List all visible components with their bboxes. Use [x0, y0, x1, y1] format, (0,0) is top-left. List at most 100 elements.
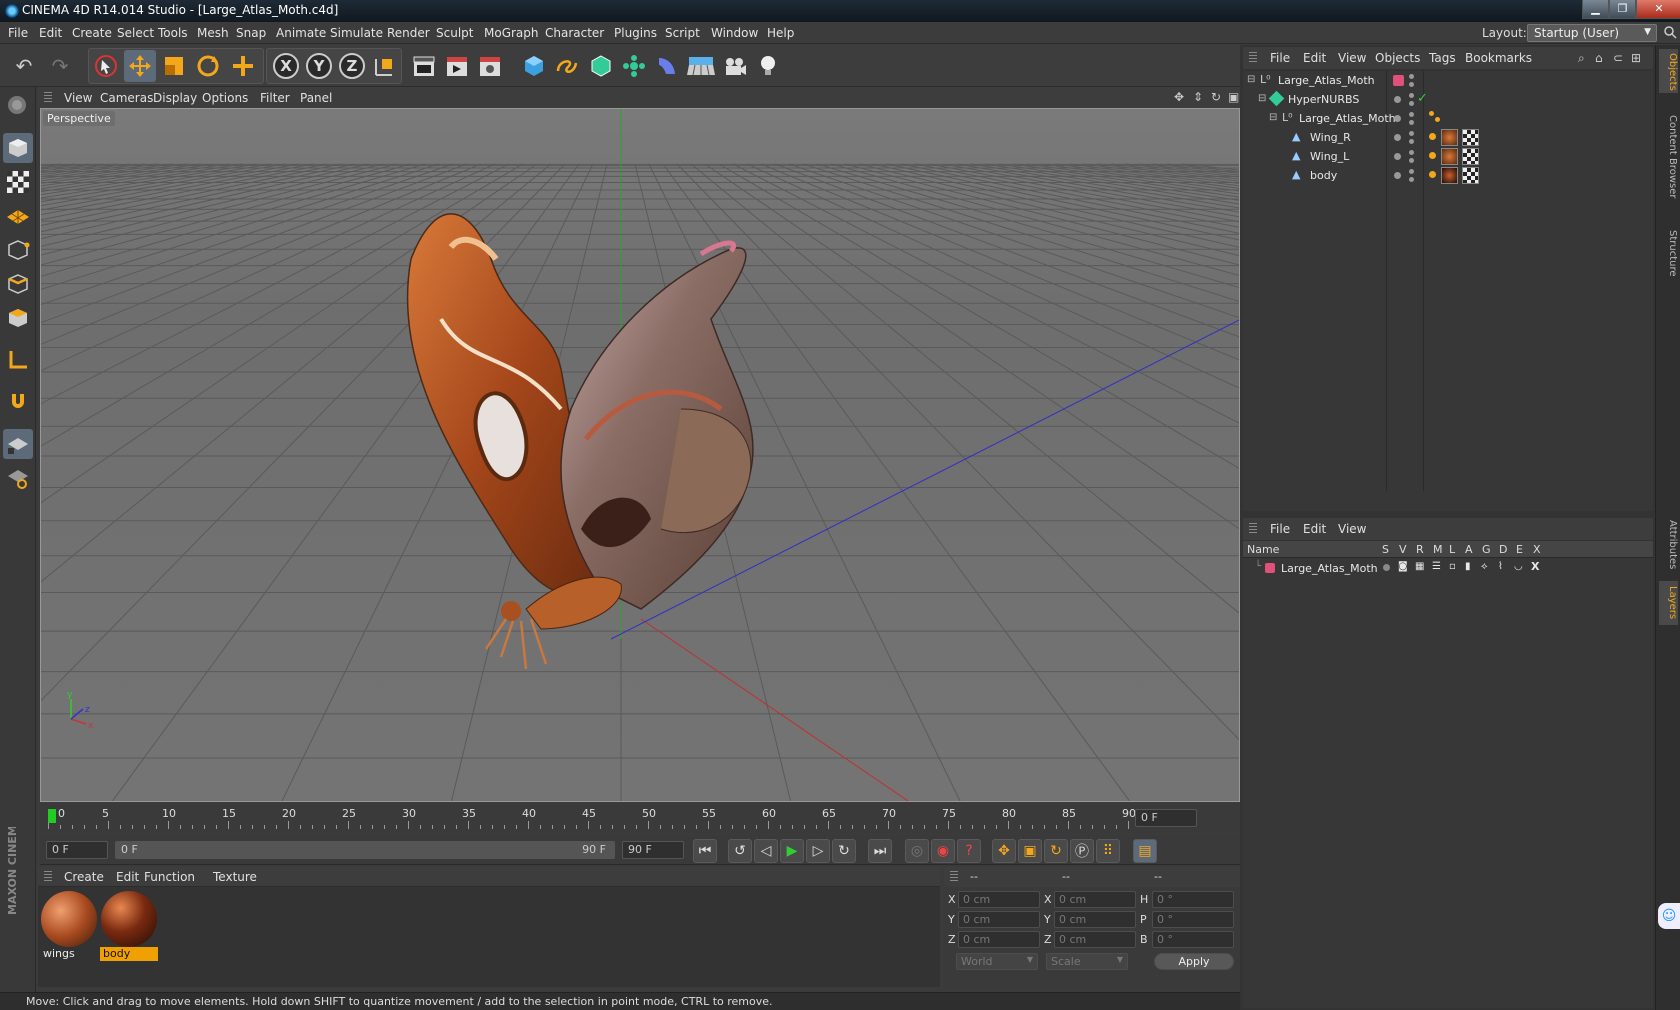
go-to-start-button[interactable]: ⏮ [693, 839, 717, 863]
tag-handle-icon[interactable] [1429, 111, 1434, 116]
z-axis-button[interactable]: Z [336, 50, 368, 82]
viewport-menu-filter[interactable]: Filter [260, 91, 290, 105]
tree-row-wing-r[interactable]: ▲ Wing_R [1243, 128, 1653, 148]
record-scale-button[interactable]: ▣ [1018, 839, 1042, 863]
texture-mode-button[interactable] [3, 167, 33, 197]
column-solo[interactable]: S [1382, 543, 1389, 556]
menu-render[interactable]: Render [387, 26, 430, 40]
deformer-toggle-icon[interactable]: ⌇ [1498, 561, 1503, 572]
add-array-button[interactable] [618, 50, 650, 82]
current-frame-field[interactable]: 0 F [1135, 809, 1197, 827]
layer-menu-file[interactable]: File [1270, 522, 1290, 536]
dolly-view-icon[interactable]: ⇕ [1193, 90, 1203, 104]
panel-grip-icon[interactable] [1249, 52, 1257, 64]
chat-bubble-icon[interactable]: ☺ [1658, 903, 1680, 929]
material-menu-create[interactable]: Create [64, 870, 104, 884]
undo-button[interactable]: ↶ [8, 50, 40, 82]
visibility-dot[interactable] [1394, 115, 1401, 122]
viewport-menu-cameras[interactable]: Cameras [100, 91, 153, 105]
material-tag-wings[interactable] [1441, 129, 1458, 146]
layout-select[interactable]: Startup (User) ▼ [1527, 24, 1657, 42]
rot-p-field[interactable]: 0 ° [1152, 911, 1234, 928]
menu-snap[interactable]: Snap [236, 26, 266, 40]
collapse-icon[interactable]: ⊟ [1247, 74, 1255, 85]
column-generators[interactable]: G [1482, 543, 1491, 556]
end-frame-field[interactable]: 90 F [622, 841, 684, 859]
render-visibility-dot[interactable] [1409, 158, 1414, 163]
material-swatch-body[interactable]: body [100, 891, 158, 963]
expression-toggle-icon[interactable]: ◡ [1514, 561, 1523, 572]
minimize-button[interactable]: ▁ [1582, 0, 1609, 19]
render-toggle-icon[interactable]: ▦ [1415, 561, 1424, 572]
menu-simulate[interactable]: Simulate [330, 26, 383, 40]
tree-row-large-atlas-moth-child[interactable]: ⊟ L⁰ Large_Atlas_Moth [1243, 109, 1653, 129]
eye-visible-icon[interactable]: ◙ [1398, 561, 1408, 572]
coord-mode-select[interactable]: World ▼ [956, 953, 1038, 970]
menu-mesh[interactable]: Mesh [197, 26, 229, 40]
column-xrefs[interactable]: X [1533, 543, 1541, 556]
record-rotation-button[interactable]: ↻ [1044, 839, 1068, 863]
object-menu-file[interactable]: File [1270, 51, 1290, 65]
snap-grid-button[interactable] [3, 429, 33, 459]
go-to-end-button[interactable]: ⏭ [868, 839, 892, 863]
editor-visibility-dot[interactable] [1409, 112, 1414, 117]
redo-button[interactable]: ↷ [44, 50, 76, 82]
viewport-menu-view[interactable]: View [64, 91, 92, 105]
close-button[interactable]: ✕ [1636, 0, 1680, 19]
collapse-icon[interactable]: ⊟ [1258, 93, 1266, 104]
new-window-icon[interactable]: ⊞ [1631, 51, 1641, 65]
tab-structure[interactable]: Structure [1659, 223, 1678, 283]
tab-attributes[interactable]: Attributes [1659, 515, 1678, 575]
menu-edit[interactable]: Edit [39, 26, 62, 40]
rotate-view-icon[interactable]: ↻ [1211, 90, 1221, 104]
record-position-button[interactable]: ✥ [992, 839, 1016, 863]
size-x-field[interactable]: 0 cm [1054, 891, 1136, 908]
tweak-mode-button[interactable] [3, 387, 33, 417]
menu-tools[interactable]: Tools [158, 26, 188, 40]
record-keys-button[interactable]: ◎ [905, 839, 929, 863]
column-deformers[interactable]: D [1499, 543, 1507, 556]
column-render[interactable]: R [1416, 543, 1424, 556]
object-menu-view[interactable]: View [1338, 51, 1366, 65]
next-key-button[interactable]: ↻ [832, 839, 856, 863]
tree-row-body[interactable]: ▲ body [1243, 166, 1653, 186]
workplane-mode-button[interactable] [3, 201, 33, 231]
render-visibility-dot[interactable] [1409, 120, 1414, 125]
collapse-icon[interactable]: ⊟ [1269, 112, 1277, 123]
tab-objects[interactable]: Objects [1659, 49, 1678, 93]
previous-frame-button[interactable]: ◁ [754, 839, 778, 863]
editor-visibility-dot[interactable] [1409, 131, 1414, 136]
uvw-tag-icon[interactable] [1462, 129, 1479, 146]
layer-color-swatch[interactable] [1393, 75, 1404, 86]
home-icon[interactable]: ⌂ [1595, 51, 1603, 65]
3d-viewport[interactable]: y x z Perspective [40, 108, 1240, 802]
phong-tag-icon[interactable] [1429, 171, 1436, 178]
layer-menu-view[interactable]: View [1338, 522, 1366, 536]
render-visibility-dot[interactable] [1409, 139, 1414, 144]
tree-row-hypernurbs[interactable]: ⊟ HyperNURBS ✓ [1243, 90, 1653, 110]
phong-tag-icon[interactable] [1429, 133, 1436, 140]
timeline-layout-button[interactable]: ▤ [1133, 839, 1157, 863]
points-mode-button[interactable] [3, 235, 33, 265]
rot-h-field[interactable]: 0 ° [1152, 891, 1234, 908]
generator-toggle-icon[interactable]: ⟡ [1481, 561, 1488, 572]
editor-visibility-dot[interactable] [1409, 169, 1414, 174]
material-menu-edit[interactable]: Edit [116, 870, 139, 884]
panel-grip-icon[interactable] [1249, 523, 1257, 535]
layer-color-swatch[interactable] [1265, 563, 1275, 573]
material-swatch-wings[interactable]: wings [40, 891, 98, 963]
menu-select[interactable]: Select [117, 26, 154, 40]
editor-visibility-dot[interactable] [1409, 93, 1414, 98]
pan-view-icon[interactable]: ✥ [1174, 90, 1184, 104]
visibility-dot[interactable] [1394, 96, 1401, 103]
render-settings-button[interactable] [474, 50, 506, 82]
uvw-tag-icon[interactable] [1462, 167, 1479, 184]
manager-toggle-icon[interactable]: ☰ [1432, 561, 1441, 572]
column-locked[interactable]: L [1449, 543, 1455, 556]
rotate-tool-button[interactable] [192, 50, 224, 82]
phong-tag-icon[interactable] [1429, 152, 1436, 159]
add-deformer-button[interactable] [651, 50, 683, 82]
locked-workplane-button[interactable] [3, 463, 33, 493]
object-menu-bookmarks[interactable]: Bookmarks [1465, 51, 1532, 65]
tab-content-browser[interactable]: Content Browser [1659, 97, 1678, 217]
